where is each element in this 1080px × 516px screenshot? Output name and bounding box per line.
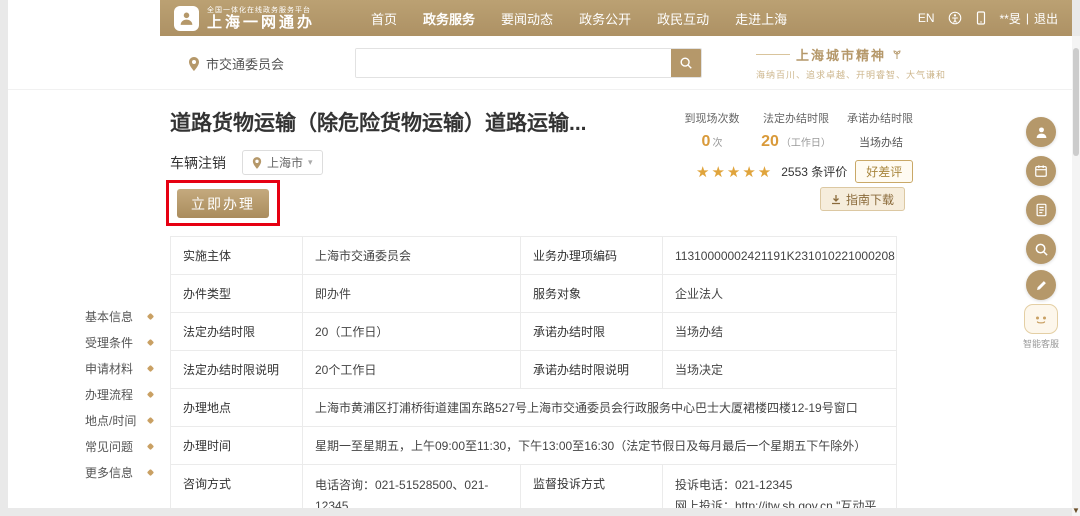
- divider: |: [1026, 11, 1029, 25]
- anchor-item-more[interactable]: 更多信息: [85, 459, 153, 485]
- document-icon: [1035, 203, 1048, 217]
- metric-promised-limit: 承诺办结时限 当场办结: [838, 110, 922, 151]
- calendar-icon: [1034, 164, 1048, 178]
- location-pin-icon: [252, 157, 262, 169]
- form-float-button[interactable]: [1026, 195, 1056, 225]
- download-icon: [831, 194, 841, 205]
- city-spirit: 上海城市精神 海纳百川、追求卓越、开明睿智、大气谦和: [756, 45, 996, 81]
- table-row: 办理时间 星期一至星期五，上午09:00至11:30，下午13:00至16:30…: [171, 427, 897, 465]
- table-row: 法定办结时限 20（工作日） 承诺办结时限 当场办结: [171, 313, 897, 351]
- table-row: 办理地点 上海市黄浦区打浦桥街道建国东路527号上海市交通委员会行政服务中心巴士…: [171, 389, 897, 427]
- anchor-item-process[interactable]: 办理流程: [85, 381, 153, 407]
- anchor-nav: 基本信息 受理条件 申请材料 办理流程 地点/时间 常见问题 更多信息: [85, 303, 153, 485]
- edit-float-button[interactable]: [1026, 270, 1056, 300]
- star-rating: ★★★★★: [696, 163, 773, 181]
- review-count: 2553 条评价: [781, 163, 847, 180]
- robot-face-icon: [1024, 304, 1058, 334]
- site-logo[interactable]: 全国一体化在线政务服务平台 上海一网通办: [160, 6, 315, 31]
- logout-button[interactable]: 退出: [1034, 10, 1058, 27]
- nav-item-about[interactable]: 走进上海: [735, 9, 787, 28]
- user-float-button[interactable]: [1026, 117, 1056, 147]
- bullet-icon: [147, 442, 154, 449]
- search-float-button[interactable]: [1026, 234, 1056, 264]
- screen: 全国一体化在线政务服务平台 上海一网通办 首页 政务服务 要闻动态 政务公开 政…: [0, 0, 1080, 516]
- chevron-down-icon: ▾: [308, 157, 313, 168]
- decorative-dash: [756, 54, 790, 55]
- service-info-table: 实施主体 上海市交通委员会 业务办理项编码 11310000002421191K…: [170, 236, 897, 508]
- rating-row: ★★★★★ 2553 条评价 好差评: [696, 160, 913, 183]
- anchor-item-acceptance[interactable]: 受理条件: [85, 329, 153, 355]
- guide-download-button[interactable]: 指南下载: [820, 187, 905, 211]
- search-input[interactable]: [356, 49, 671, 77]
- site-name: 上海一网通办: [207, 15, 315, 31]
- page: 全国一体化在线政务服务平台 上海一网通办 首页 政务服务 要闻动态 政务公开 政…: [8, 0, 1072, 508]
- top-header: 全国一体化在线政务服务平台 上海一网通办 首页 政务服务 要闻动态 政务公开 政…: [160, 0, 1072, 36]
- sprout-icon: [892, 50, 902, 60]
- table-row: 法定办结时限说明 20个工作日 承诺办结时限说明 当场决定: [171, 351, 897, 389]
- service-subrow: 车辆注销 上海市 ▾: [170, 150, 323, 175]
- nav-item-interaction[interactable]: 政民互动: [657, 9, 709, 28]
- bullet-icon: [147, 390, 154, 397]
- anchor-item-materials[interactable]: 申请材料: [85, 355, 153, 381]
- review-button[interactable]: 好差评: [855, 160, 913, 183]
- sub-header: 市交通委员会 上海城市精神 海纳百川、追求卓越、开明睿智、大气谦和: [8, 36, 1072, 90]
- city-spirit-text: 海纳百川、追求卓越、开明睿智、大气谦和: [756, 68, 996, 81]
- scrollbar-thumb[interactable]: [1073, 48, 1079, 156]
- bullet-icon: [147, 468, 154, 475]
- bullet-icon: [147, 338, 154, 345]
- main-nav: 首页 政务服务 要闻动态 政务公开 政民互动 走进上海: [371, 9, 787, 28]
- accessibility-icon[interactable]: [948, 11, 962, 25]
- username[interactable]: **旻: [1000, 10, 1021, 27]
- nav-item-home[interactable]: 首页: [371, 9, 397, 28]
- apply-now-button[interactable]: 立即办理: [177, 189, 269, 218]
- scrollbar[interactable]: [1072, 36, 1080, 516]
- region-value: 上海市: [267, 154, 303, 171]
- service-title: 道路货物运输（除危险货物运输）道路运输...: [170, 107, 670, 137]
- table-row: 办件类型 即办件 服务对象 企业法人: [171, 275, 897, 313]
- pencil-icon: [1035, 279, 1048, 292]
- service-metrics: 到现场次数 0次 法定办结时限 20（工作日） 承诺办结时限 当场办结: [670, 110, 922, 151]
- smart-service-button[interactable]: 智能客服: [1018, 304, 1064, 350]
- metric-visits: 到现场次数 0次: [670, 110, 754, 151]
- region-selector[interactable]: 上海市 ▾: [242, 150, 323, 175]
- table-row: 咨询方式 电话咨询：021-51528500、021-12345 窗口咨询：上海…: [171, 465, 897, 509]
- calendar-float-button[interactable]: [1026, 156, 1056, 186]
- scroll-down-button[interactable]: ▼: [1072, 504, 1080, 516]
- location-pin-icon: [188, 57, 200, 71]
- city-spirit-title: 上海城市精神: [796, 45, 886, 64]
- logo-icon: [174, 6, 199, 31]
- smart-service-label: 智能客服: [1018, 337, 1064, 350]
- bullet-icon: [147, 364, 154, 371]
- logo-text: 全国一体化在线政务服务平台 上海一网通办: [207, 6, 315, 31]
- search-icon: [1034, 242, 1049, 257]
- anchor-item-faq[interactable]: 常见问题: [85, 433, 153, 459]
- metric-statutory-limit: 法定办结时限 20（工作日）: [754, 110, 838, 151]
- nav-item-news[interactable]: 要闻动态: [501, 9, 553, 28]
- mobile-app-icon[interactable]: [975, 11, 987, 25]
- anchor-item-basic-info[interactable]: 基本信息: [85, 303, 153, 329]
- table-row: 实施主体 上海市交通委员会 业务办理项编码 11310000002421191K…: [171, 237, 897, 275]
- search-icon: [679, 56, 693, 70]
- service-sub-item: 车辆注销: [170, 153, 226, 173]
- lang-toggle[interactable]: EN: [918, 11, 935, 25]
- user-icon: [1034, 125, 1049, 140]
- bullet-icon: [147, 416, 154, 423]
- nav-item-services[interactable]: 政务服务: [423, 9, 475, 28]
- header-right: EN **旻 | 退出: [918, 10, 1072, 27]
- nav-item-disclosure[interactable]: 政务公开: [579, 9, 631, 28]
- anchor-item-location-time[interactable]: 地点/时间: [85, 407, 153, 433]
- bullet-icon: [147, 312, 154, 319]
- department-name: 市交通委员会: [206, 54, 284, 73]
- department-label: 市交通委员会: [188, 54, 284, 73]
- user-area: **旻 | 退出: [1000, 10, 1058, 27]
- search-button[interactable]: [671, 49, 701, 77]
- search-box: [355, 48, 702, 78]
- city-spirit-title-row: 上海城市精神: [756, 45, 996, 64]
